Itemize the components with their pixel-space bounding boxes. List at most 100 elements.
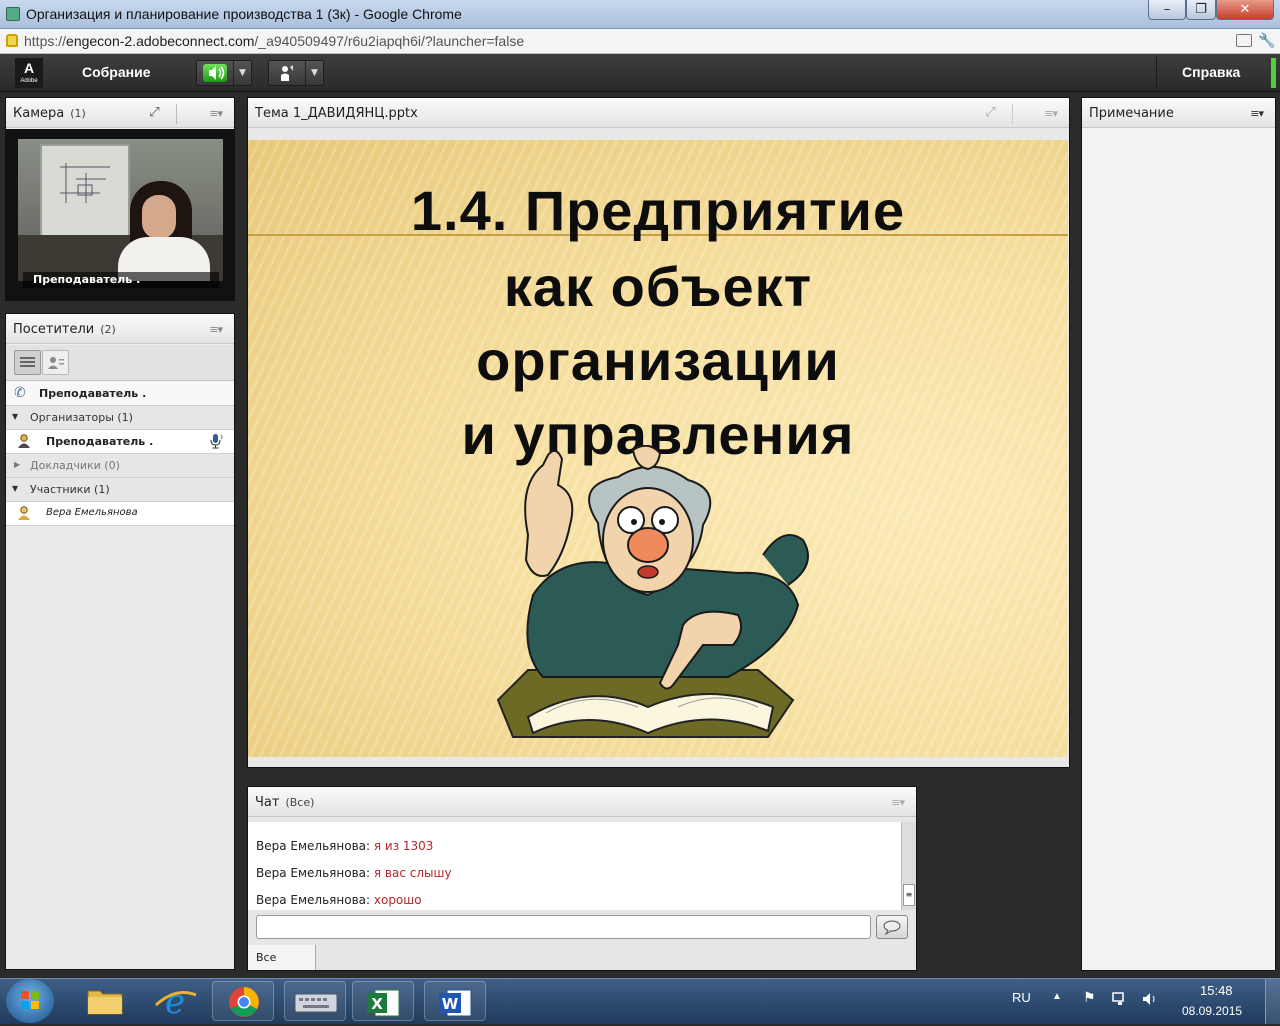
pod-menu-icon[interactable]: ≡▾ (209, 323, 223, 336)
fullscreen-icon[interactable]: ⤢ (146, 106, 163, 122)
group-label: Организаторы (1) (30, 411, 133, 424)
camera-pod: Камера (1) ⤢ ≡▾ Преподаватель . (5, 97, 235, 301)
chat-pod: Чат (Все) ≡▾ Вера Емельянова: я из 1303 В… (247, 786, 917, 971)
excel-taskbar-button[interactable]: X (352, 981, 414, 1021)
flag-icon[interactable]: ⚑ (1083, 989, 1096, 1006)
connection-status-bar (1271, 58, 1276, 88)
word-taskbar-button[interactable]: W (424, 981, 486, 1021)
slide-title-line: организации (476, 329, 840, 392)
list-item[interactable]: Вера Емельянова (6, 502, 234, 526)
window-icon[interactable] (1236, 34, 1252, 47)
scroll-thumb[interactable]: ≡ (903, 884, 915, 906)
chevron-right-icon: ▶ (14, 460, 21, 469)
pod-menu-icon[interactable]: ≡▾ (891, 796, 905, 809)
attendees-empty-area (6, 526, 234, 969)
video-name-label: Преподаватель . (23, 272, 219, 288)
chat-scrollbar[interactable]: ≡ (901, 822, 916, 910)
camera-pod-title: Камера (13, 106, 65, 121)
slide-title-line: 1.4. Предприятие (410, 179, 906, 242)
minimize-button[interactable]: – (1148, 0, 1186, 20)
maximize-button[interactable]: ❐ (1186, 0, 1216, 20)
role-view-button[interactable] (42, 350, 69, 375)
speaker-icon (203, 64, 227, 82)
microphone-icon (208, 433, 226, 452)
speaker-button[interactable]: ▼ (196, 60, 252, 86)
chevron-down-icon: ▼ (12, 412, 19, 421)
speech-bubble-icon (883, 920, 901, 936)
participant-user-name: Вера Емельянова (46, 507, 138, 518)
file-explorer-taskbar-button[interactable] (74, 981, 136, 1021)
close-button[interactable]: ✕ (1216, 0, 1274, 20)
connect-toolbar (0, 54, 1280, 92)
attendees-view-bar (6, 345, 234, 381)
keyboard-taskbar-button[interactable] (284, 981, 346, 1021)
window-title: Организация и планирование производства … (26, 6, 462, 22)
show-desktop-button[interactable] (1265, 979, 1280, 1024)
clock-date[interactable]: 08.09.2015 (1182, 1004, 1242, 1018)
pod-menu-icon[interactable]: ≡▾ (1044, 107, 1058, 120)
word-icon: W (439, 989, 472, 1017)
svg-text:e: e (165, 982, 185, 1021)
lock-icon (6, 34, 18, 47)
chat-message: Вера Емельянова: я вас слышу (256, 866, 452, 880)
attendees-pod: Посетители (2) ≡▾ ✆ Преподаватель . ▼ Орг… (5, 313, 235, 970)
notes-pod-header: Примечание ≡▾ (1082, 98, 1275, 128)
url-text[interactable]: https://engecon-2.adobeconnect.com/_a940… (24, 33, 524, 49)
excel-icon: X (367, 989, 400, 1017)
chat-tab-all[interactable]: Все (248, 945, 316, 970)
chat-input[interactable] (256, 915, 871, 939)
pod-menu-icon[interactable]: ≡▾ (1250, 107, 1264, 120)
header-divider (176, 104, 177, 124)
meeting-menu[interactable]: Собрание (82, 64, 151, 80)
svg-text:X: X (371, 995, 383, 1013)
toolbar-divider (1156, 56, 1157, 90)
group-participants[interactable]: ▼ Участники (1) (6, 478, 234, 502)
chevron-down-icon[interactable]: ▼ (233, 61, 251, 85)
network-icon[interactable] (1111, 991, 1129, 1007)
group-organizers[interactable]: ▼ Организаторы (1) (6, 406, 234, 430)
status-button[interactable]: ▼ (268, 60, 324, 86)
list-view-button[interactable] (14, 350, 41, 375)
video-feed[interactable] (18, 139, 223, 281)
host-user-icon (16, 433, 32, 452)
volume-icon[interactable] (1141, 991, 1159, 1007)
show-hidden-icons-icon[interactable]: ▲ (1052, 991, 1062, 1002)
professor-clipart (496, 445, 809, 738)
chat-messages: Вера Емельянова: я из 1303 Вера Емельяно… (248, 822, 901, 910)
list-item[interactable]: ✆ Преподаватель . (6, 382, 234, 406)
language-indicator[interactable]: RU (1012, 990, 1031, 1005)
help-menu[interactable]: Справка (1182, 64, 1240, 80)
share-pod-header: Тема 1_ДАВИДЯНЦ.pptx ⤢ ≡▾ (248, 98, 1069, 128)
group-label: Докладчики (0) (30, 459, 120, 472)
notes-pod: Примечание ≡▾ (1081, 97, 1276, 971)
internet-explorer-taskbar-button[interactable]: e (144, 981, 206, 1022)
chat-scope: (Все) (285, 796, 315, 809)
participant-user-icon (16, 505, 32, 524)
face-shape (142, 195, 176, 239)
share-pod-title: Тема 1_ДАВИДЯНЦ.pptx (255, 106, 418, 121)
list-item[interactable]: Преподаватель . (6, 430, 234, 454)
chrome-taskbar-button[interactable] (212, 981, 274, 1021)
notes-text-area[interactable] (1082, 129, 1275, 970)
chat-pod-header: Чат (Все) ≡▾ (248, 787, 916, 817)
internet-explorer-icon: e (154, 982, 197, 1022)
clock-time[interactable]: 15:48 (1200, 983, 1233, 998)
group-presenters[interactable]: ▶ Докладчики (0) (6, 454, 234, 478)
slide-title-line: как объект (503, 255, 813, 318)
presentation-slide[interactable]: 1.4. Предприятие как объект организации … (248, 140, 1068, 757)
pod-menu-icon[interactable]: ≡▾ (209, 107, 223, 120)
chevron-down-icon: ▼ (12, 484, 19, 493)
address-bar[interactable]: https://engecon-2.adobeconnect.com/_a940… (0, 29, 1280, 54)
send-message-button[interactable] (876, 915, 908, 939)
svg-text:W: W (442, 995, 459, 1013)
chevron-down-icon[interactable]: ▼ (305, 61, 323, 85)
chrome-icon (229, 987, 259, 1017)
fullscreen-icon[interactable]: ⤢ (982, 106, 999, 122)
phone-user-name: Преподаватель . (39, 387, 147, 400)
chat-message: Вера Емельянова: хорошо (256, 893, 422, 907)
adobe-logo: A Adobe (15, 58, 43, 88)
browser-title-bar: Организация и планирование производства … (0, 0, 1280, 29)
start-button[interactable] (6, 979, 54, 1023)
wrench-icon[interactable]: 🔧 (1258, 33, 1276, 49)
raise-hand-icon (275, 64, 299, 82)
